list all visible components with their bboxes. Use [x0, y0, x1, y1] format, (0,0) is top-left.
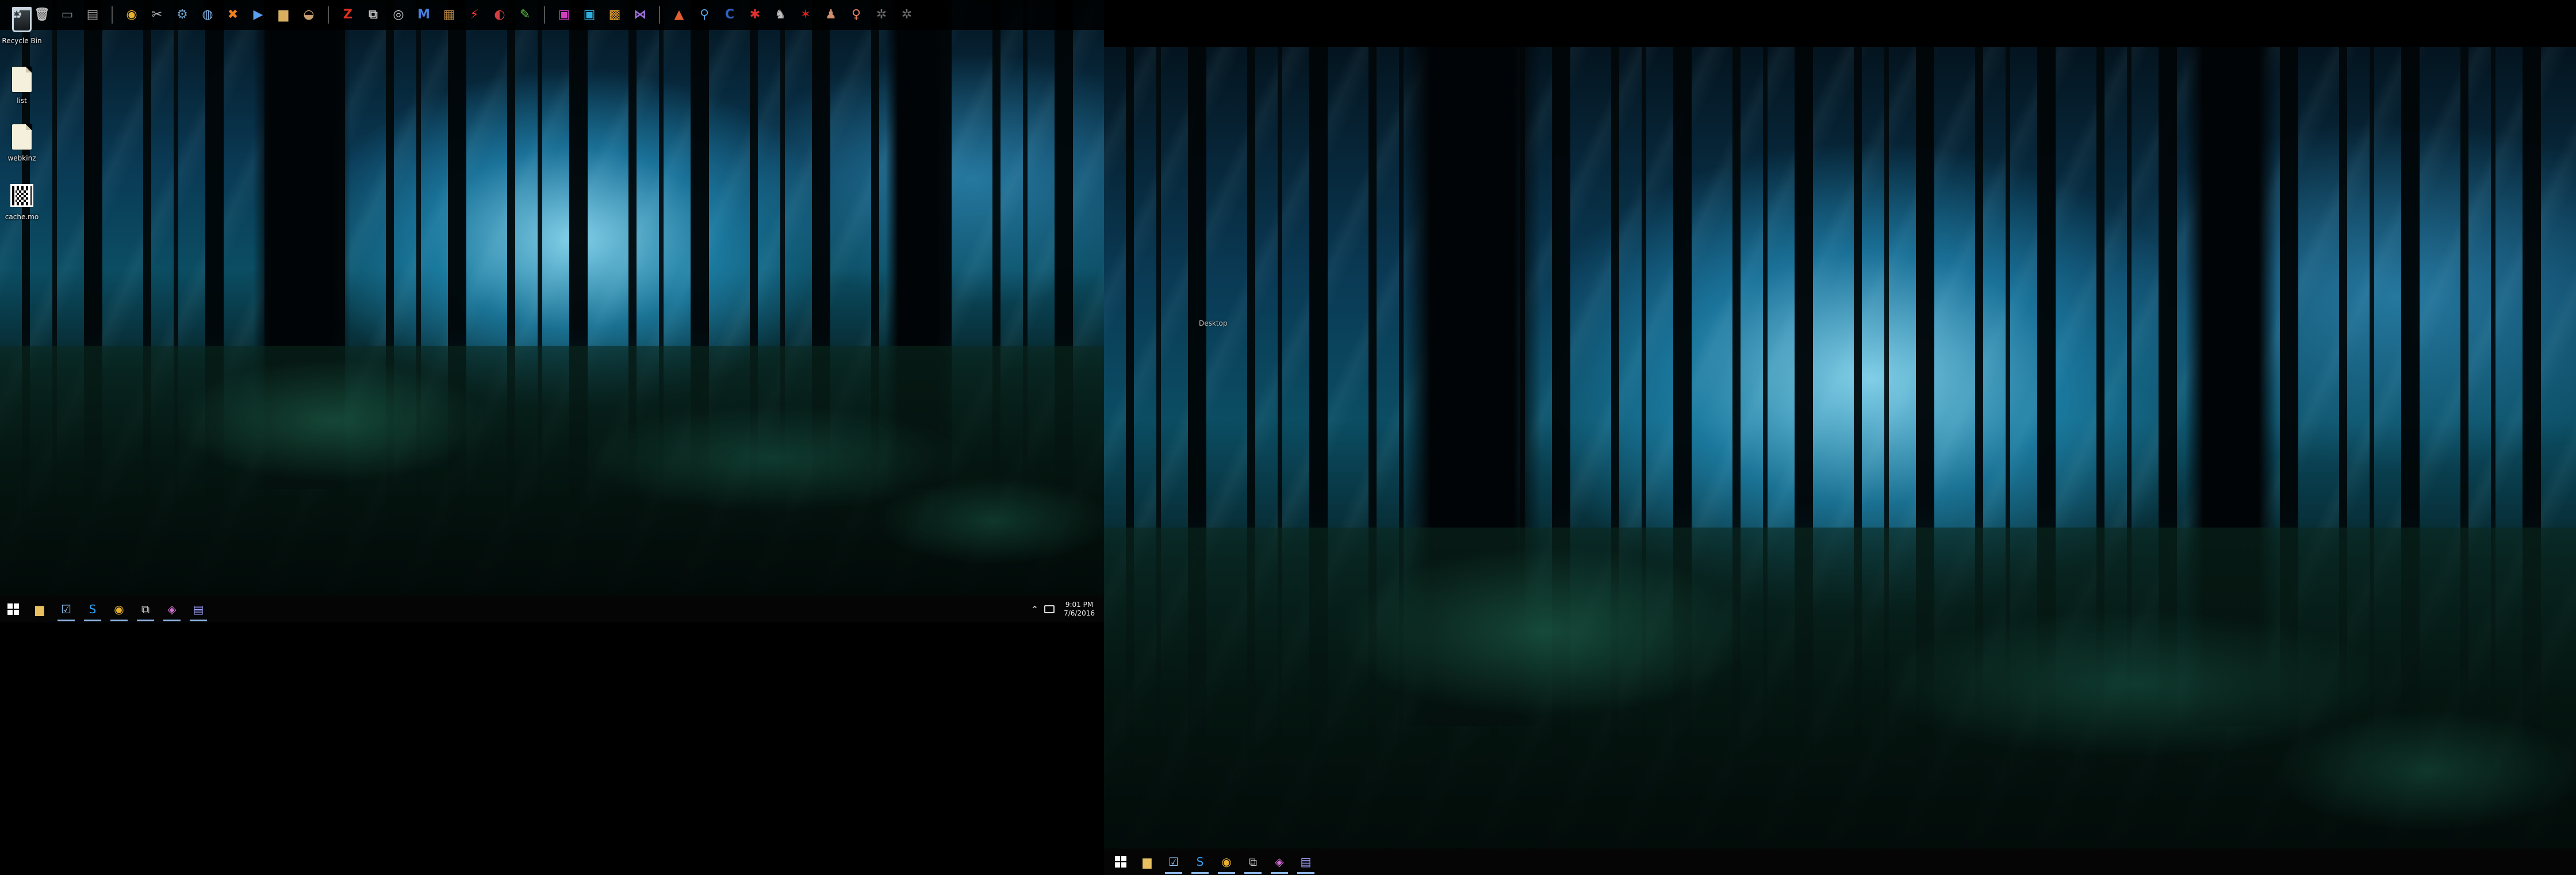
helmet-icon[interactable]: ◒: [298, 4, 320, 26]
taskbar-left: ▆ ☑ S ◉ ⧉ ◈ ▤ ⌃ 9:01 PM 7/6/2016: [0, 596, 1104, 622]
file-icon: [9, 122, 35, 152]
desktop-icon-list[interactable]: list: [2, 64, 42, 105]
network-icon[interactable]: ⧉: [362, 4, 384, 26]
girl-icon[interactable]: ♀: [845, 4, 867, 26]
xampp-icon[interactable]: ✖: [222, 4, 244, 26]
chrome-taskbar-button[interactable]: ◉: [106, 596, 132, 622]
clock[interactable]: 9:01 PM 7/6/2016: [1060, 601, 1098, 618]
phpstorm-icon[interactable]: ▣: [553, 4, 575, 26]
clock-date: 7/6/2016: [1064, 609, 1095, 617]
clock-time: 9:01 PM: [1065, 601, 1094, 609]
globe-icon[interactable]: ◍: [197, 4, 218, 26]
archive-icon[interactable]: ▦: [438, 4, 460, 26]
wallpaper-left: [0, 0, 1104, 596]
toolbar-separator: [544, 6, 545, 24]
file-explorer-icon: ▆: [1143, 855, 1152, 869]
toolbar-separator: [112, 6, 113, 24]
task-manager-icon: ☑: [61, 602, 71, 616]
play-icon[interactable]: ▶: [247, 4, 269, 26]
chrome-icon[interactable]: ◉: [121, 4, 143, 26]
toolbar-separator: [659, 6, 660, 24]
taskbar-apps: ▆ ☑ S ◉ ⧉ ◈ ▤: [26, 596, 212, 622]
system-tray: ⌃ 9:01 PM 7/6/2016: [1031, 596, 1104, 622]
app-icon: ◈: [1275, 855, 1284, 869]
task-manager-icon: ☑: [1168, 855, 1179, 869]
desktop-icon-label: Recycle Bin: [2, 37, 42, 45]
notepad-taskbar-button[interactable]: ▤: [1293, 849, 1319, 875]
warrior-icon[interactable]: ♞: [769, 4, 791, 26]
app-taskbar-button[interactable]: ◈: [1266, 849, 1293, 875]
chrome-taskbar-button[interactable]: ◉: [1213, 849, 1240, 875]
app-icon: ◈: [167, 602, 177, 616]
toolbar-separator: [328, 6, 329, 24]
file-icon: [9, 64, 35, 94]
dragon-icon[interactable]: ✱: [744, 4, 766, 26]
file-explorer-taskbar-button[interactable]: ▆: [26, 596, 53, 622]
steam-icon[interactable]: ⚙: [171, 4, 193, 26]
taskbar-apps: ▆ ☑ S ◉ ⧉ ◈ ▤: [1134, 849, 1319, 875]
notepad-taskbar-button[interactable]: ▤: [185, 596, 212, 622]
malwarebytes-icon[interactable]: M: [413, 4, 435, 26]
notepad-icon: ▤: [1300, 855, 1312, 869]
task-manager-taskbar-button[interactable]: ☑: [1160, 849, 1187, 875]
network-tool-taskbar-button[interactable]: ⧉: [1240, 849, 1266, 875]
file-explorer-icon: ▆: [35, 602, 44, 616]
visual-studio-icon[interactable]: ⋈: [629, 4, 651, 26]
cursor-icon[interactable]: C: [719, 4, 741, 26]
network-tool-icon: ⧉: [1248, 855, 1258, 869]
desktop-icon-label: webkinz: [7, 154, 36, 162]
network-tool-taskbar-button[interactable]: ⧉: [132, 596, 159, 622]
network-tool-icon: ⧉: [141, 602, 150, 616]
notepad-icon[interactable]: ✎: [514, 4, 536, 26]
scissors-icon[interactable]: ✂: [146, 4, 168, 26]
start-button[interactable]: [1107, 849, 1134, 875]
webstorm-icon[interactable]: ▣: [578, 4, 600, 26]
disk-icon[interactable]: ◎: [388, 4, 409, 26]
bug-icon[interactable]: ✲: [896, 4, 918, 26]
skype-taskbar-button[interactable]: S: [1187, 849, 1213, 875]
monitor-bezel: [1104, 0, 2576, 47]
notification-icon[interactable]: [1044, 605, 1055, 613]
skype-taskbar-button[interactable]: S: [79, 596, 106, 622]
bug-icon[interactable]: ✲: [871, 4, 892, 26]
desktop-icon-webkinz[interactable]: webkinz: [2, 122, 42, 162]
start-button[interactable]: [0, 596, 26, 622]
desktop-screen: ♻🗑▭▤◉✂⚙◍✖▶▆◒Z⧉◎M▦⚡◐✎▣▣▩⋈▲⚲C✱♞✶♟♀✲✲ Recyc…: [0, 0, 2576, 875]
file-explorer-taskbar-button[interactable]: ▆: [1134, 849, 1160, 875]
recycle-bin-icon: [9, 5, 35, 35]
taskbar-right: ▆ ☑ S ◉ ⧉ ◈ ▤: [1104, 849, 2576, 875]
folder-icon[interactable]: ▆: [273, 4, 294, 26]
quick-launch-toolbar: ♻🗑▭▤◉✂⚙◍✖▶▆◒Z⧉◎M▦⚡◐✎▣▣▩⋈▲⚲C✱♞✶♟♀✲✲: [0, 0, 1104, 30]
windows-icon: [1115, 856, 1126, 868]
terminal-icon[interactable]: ▭: [56, 4, 78, 26]
bolt-icon[interactable]: ⚡: [463, 4, 485, 26]
app-taskbar-button[interactable]: ◈: [159, 596, 185, 622]
notepad-icon: ▤: [193, 602, 204, 616]
mixer-icon[interactable]: ◐: [489, 4, 511, 26]
chrome-icon: ◉: [1221, 855, 1232, 869]
desktop-icon-label: list: [17, 97, 27, 105]
chevron-up-icon[interactable]: ⌃: [1031, 604, 1038, 615]
desktop-icon-label: cache.mo: [5, 213, 39, 221]
filezilla-icon[interactable]: Z: [337, 4, 359, 26]
magnifier-icon[interactable]: ⚲: [693, 4, 715, 26]
desktop-icon-cache[interactable]: cache.mo: [2, 181, 42, 221]
empty-area: [0, 622, 1104, 875]
chrome-icon: ◉: [114, 602, 124, 616]
undergrowth: [1104, 527, 2576, 875]
palette-icon[interactable]: ▩: [604, 4, 626, 26]
desktop-icon-recycle-bin[interactable]: Recycle Bin: [2, 5, 42, 45]
qr-icon: [9, 181, 35, 211]
sprite-icon[interactable]: ✶: [795, 4, 816, 26]
desktop-label: Desktop: [1199, 319, 1228, 327]
paint-icon[interactable]: ▲: [668, 4, 690, 26]
character-icon[interactable]: ♟: [820, 4, 842, 26]
task-manager-taskbar-button[interactable]: ☑: [53, 596, 79, 622]
wallpaper-right: [1104, 47, 2576, 875]
skype-icon: S: [1196, 855, 1204, 869]
windows-icon: [7, 603, 19, 615]
skype-icon: S: [89, 602, 97, 616]
window-icon[interactable]: ▤: [82, 4, 103, 26]
undergrowth: [0, 345, 1104, 596]
